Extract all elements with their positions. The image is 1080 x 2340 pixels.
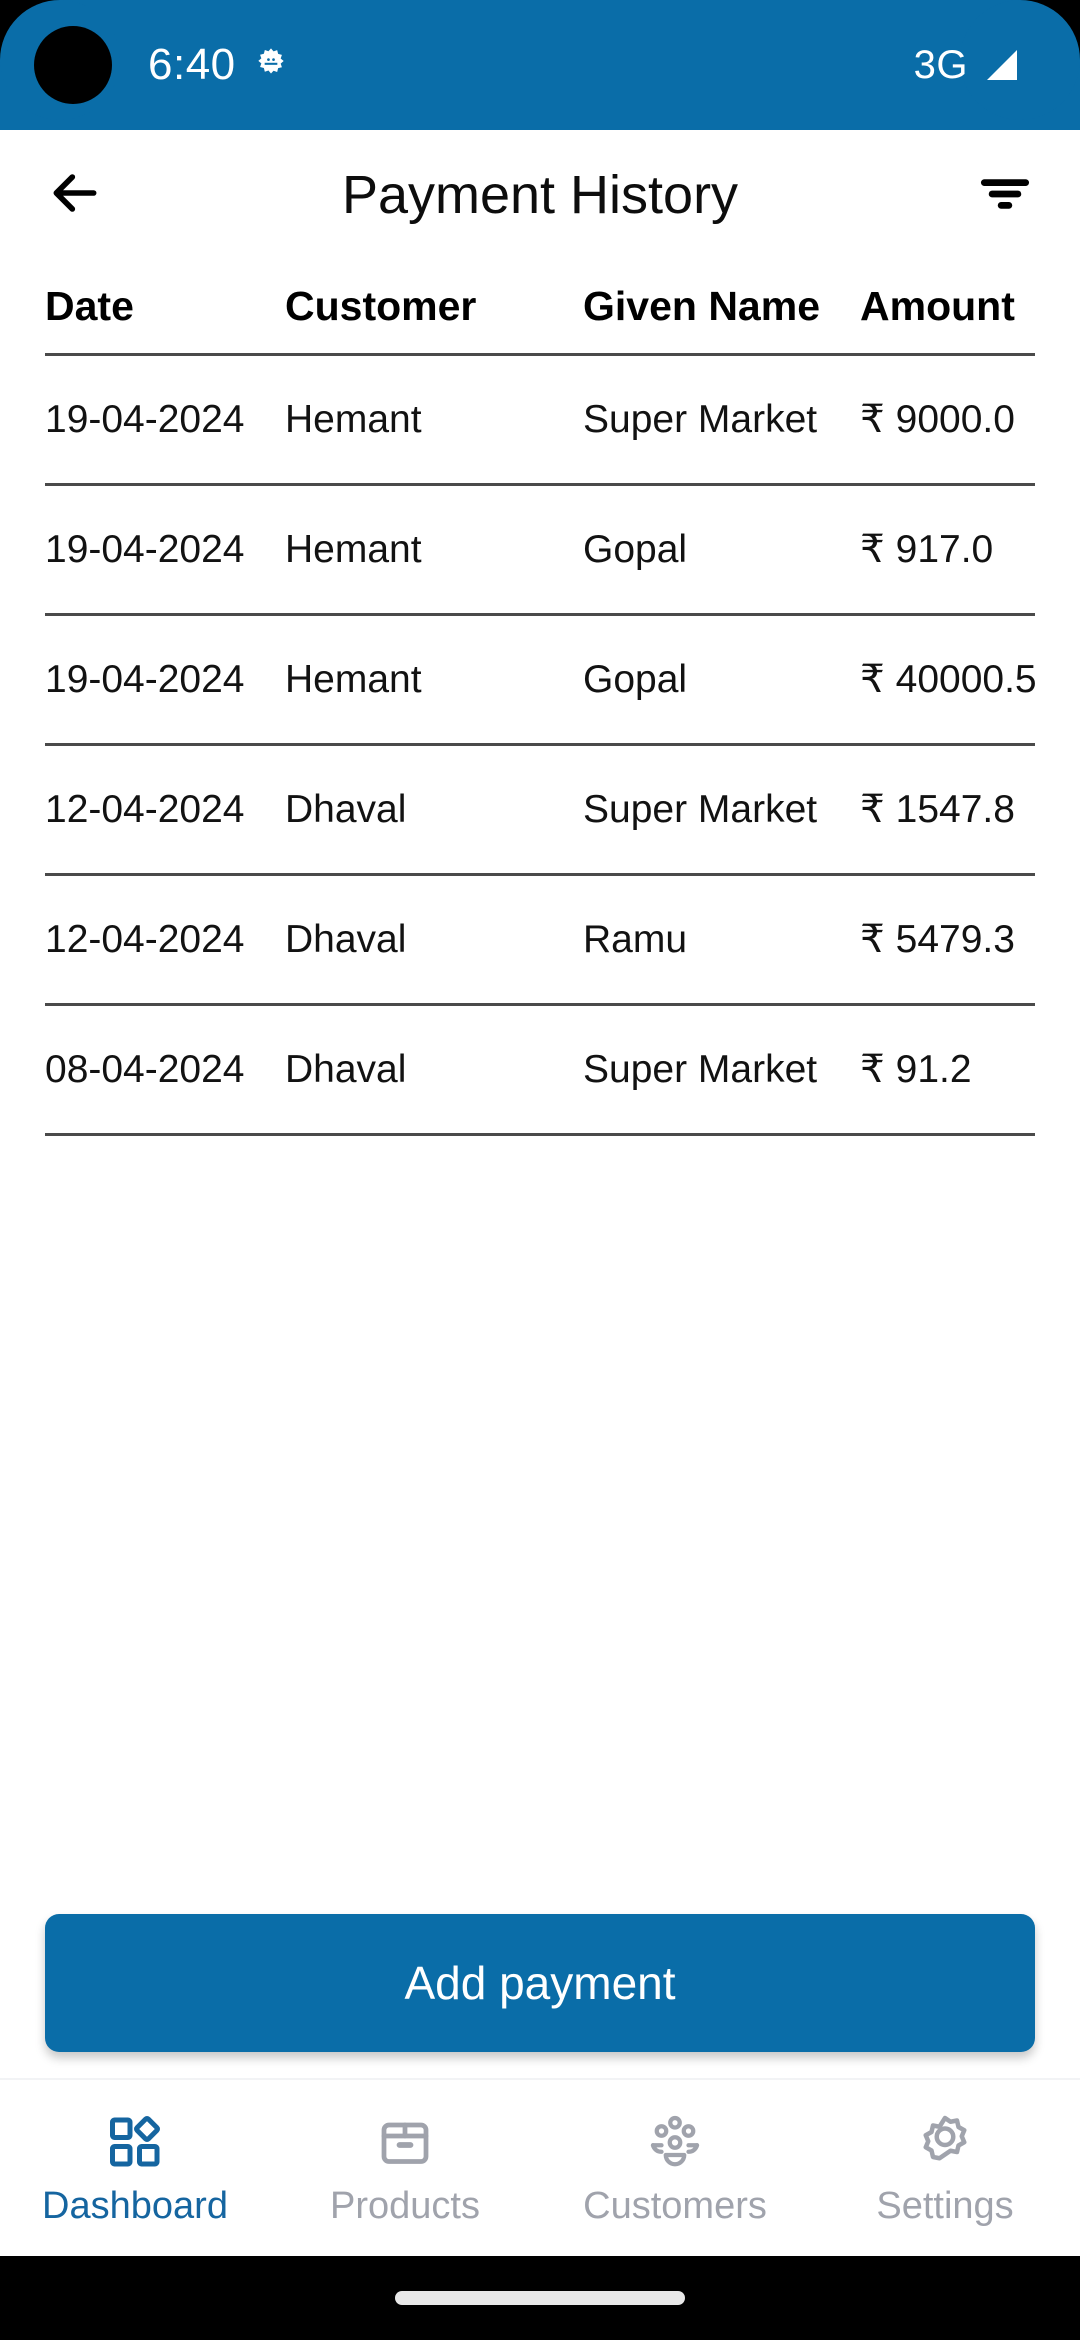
- nav-item-customers[interactable]: Customers: [540, 2080, 810, 2256]
- status-bar-right: 3G: [914, 0, 1022, 130]
- cell-given-name: Super Market: [583, 1047, 818, 1091]
- dashboard-grid-icon: [102, 2109, 168, 2175]
- column-header-given-name: Given Name: [583, 283, 820, 329]
- table-row[interactable]: 12-04-2024 Dhaval Ramu ₹ 5479.3: [45, 876, 1035, 1006]
- cell-given-name: Gopal: [583, 527, 688, 571]
- nav-item-products[interactable]: Products: [270, 2080, 540, 2256]
- cell-date: 12-04-2024: [45, 787, 245, 831]
- cell-amount: ₹ 5479.3: [860, 918, 1015, 961]
- status-bar-left: 6:40: [148, 0, 290, 130]
- nav-label-settings: Settings: [876, 2184, 1014, 2227]
- gear-icon: [252, 46, 290, 84]
- cell-amount: ₹ 1547.8: [860, 788, 1015, 831]
- people-group-icon: [642, 2109, 708, 2175]
- nav-label-products: Products: [330, 2184, 480, 2227]
- cell-customer: Dhaval: [285, 1047, 407, 1091]
- cell-date: 19-04-2024: [45, 657, 245, 701]
- payment-history-table: Date Customer Given Name Amount 19-04-20…: [0, 260, 1080, 1136]
- cell-customer: Dhaval: [285, 917, 407, 961]
- cell-given-name: Super Market: [583, 787, 818, 831]
- cell-amount: ₹ 40000.5: [860, 658, 1035, 701]
- box-icon: [372, 2109, 438, 2175]
- home-indicator[interactable]: [395, 2291, 685, 2305]
- cell-customer: Hemant: [285, 397, 422, 441]
- cell-date: 08-04-2024: [45, 1047, 245, 1091]
- nav-label-customers: Customers: [583, 2184, 767, 2227]
- arrow-left-icon: [43, 161, 107, 230]
- cta-container: Add payment: [0, 1914, 1080, 2052]
- table-row[interactable]: 19-04-2024 Hemant Super Market ₹ 9000.0: [45, 356, 1035, 486]
- cell-date: 19-04-2024: [45, 397, 245, 441]
- column-header-date: Date: [45, 283, 134, 329]
- cell-given-name: Super Market: [583, 397, 818, 441]
- cell-amount: ₹ 91.2: [860, 1048, 972, 1091]
- table-row[interactable]: 19-04-2024 Hemant Gopal ₹ 40000.5: [45, 616, 1035, 746]
- gear-icon: [912, 2109, 978, 2175]
- table-header-row: Date Customer Given Name Amount: [45, 260, 1035, 356]
- system-gesture-bar: [0, 2256, 1080, 2340]
- add-payment-button[interactable]: Add payment: [45, 1914, 1035, 2052]
- app-bar: Payment History: [0, 130, 1080, 260]
- status-bar: 6:40 3G: [0, 0, 1080, 130]
- cell-customer: Dhaval: [285, 787, 407, 831]
- bottom-navigation-bar: Dashboard Products Customers Settings: [0, 2078, 1080, 2256]
- filter-icon: [974, 162, 1036, 229]
- network-type-label: 3G: [913, 42, 968, 87]
- filter-button[interactable]: [960, 150, 1050, 240]
- screen-corner-right: [960, 0, 1080, 120]
- cell-amount: ₹ 9000.0: [860, 398, 1015, 441]
- column-header-customer: Customer: [285, 283, 477, 329]
- column-header-amount: Amount: [860, 283, 1015, 329]
- nav-label-dashboard: Dashboard: [42, 2184, 228, 2227]
- cell-customer: Hemant: [285, 527, 422, 571]
- cell-date: 12-04-2024: [45, 917, 245, 961]
- status-bar-clock: 6:40: [148, 40, 236, 89]
- cell-given-name: Ramu: [583, 917, 688, 961]
- cell-amount: ₹ 917.0: [860, 528, 994, 571]
- main-content: Date Customer Given Name Amount 19-04-20…: [0, 260, 1080, 2078]
- table-row[interactable]: 12-04-2024 Dhaval Super Market ₹ 1547.8: [45, 746, 1035, 876]
- table-row[interactable]: 08-04-2024 Dhaval Super Market ₹ 91.2: [45, 1006, 1035, 1136]
- nav-item-settings[interactable]: Settings: [810, 2080, 1080, 2256]
- phone-screen: 6:40 3G Payment History Date Customer Gi…: [0, 0, 1080, 2340]
- back-button[interactable]: [30, 150, 120, 240]
- nav-item-dashboard[interactable]: Dashboard: [0, 2080, 270, 2256]
- table-row[interactable]: 19-04-2024 Hemant Gopal ₹ 917.0: [45, 486, 1035, 616]
- page-title: Payment History: [341, 165, 739, 225]
- signal-triangle-icon: [982, 45, 1022, 85]
- cell-customer: Hemant: [285, 657, 422, 701]
- cell-date: 19-04-2024: [45, 527, 245, 571]
- cell-given-name: Gopal: [583, 657, 688, 701]
- camera-cutout: [34, 26, 112, 104]
